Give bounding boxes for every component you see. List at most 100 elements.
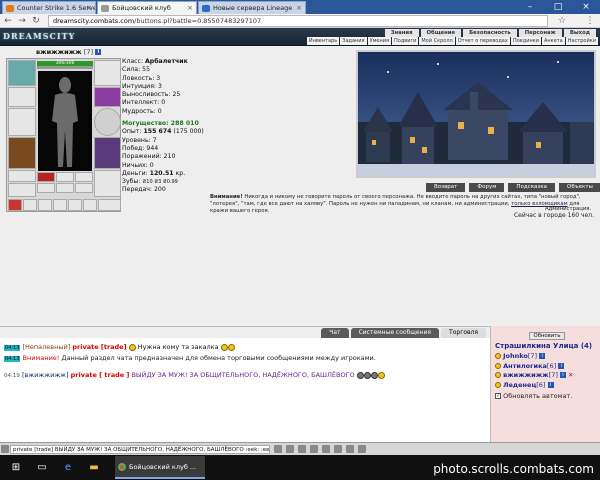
maximize-icon[interactable]: □ (544, 0, 572, 14)
submenu-scroll[interactable]: Мой Скролл (419, 37, 455, 45)
return-button[interactable]: Возврат (426, 183, 466, 192)
ring-slot[interactable] (37, 183, 55, 193)
windows-start-icon[interactable]: ⊞ (4, 455, 28, 480)
close-icon[interactable]: × (296, 4, 302, 12)
chat-nick[interactable]: [Непалевный] (23, 343, 71, 351)
gloves-slot[interactable] (94, 87, 121, 107)
logo: DREAMSCITY (3, 31, 76, 41)
forum-button[interactable]: Форум (469, 183, 505, 192)
menu-security[interactable]: Безопасность (463, 29, 517, 37)
user-item[interactable]: вжижжижж[7] i ✕ (495, 371, 573, 381)
browser-tab[interactable]: Новые сервера Lineage × (198, 1, 306, 14)
menu-chat[interactable]: Общение (420, 29, 462, 37)
minimize-icon[interactable]: – (516, 0, 544, 14)
star-icon[interactable]: ☆ (556, 15, 568, 27)
sound-icon[interactable] (334, 445, 342, 453)
close-icon[interactable]: × (86, 4, 92, 12)
chat-input[interactable]: private [trade] ВЫЙДУ ЗА МУЖ! ЗА ОБЩИТЕЛ… (10, 445, 270, 454)
scroll-slot[interactable] (83, 199, 97, 211)
smiles-icon[interactable] (298, 445, 306, 453)
stat-level: Уровень: 7 (122, 136, 157, 144)
scroll-slot[interactable] (98, 199, 121, 211)
objects-button[interactable]: Объекты (559, 183, 600, 192)
folder-icon[interactable]: ▬ (82, 455, 106, 480)
back-icon[interactable]: ← (2, 15, 14, 27)
helmet-slot[interactable] (8, 60, 36, 86)
task-view-icon[interactable]: ▭ (30, 455, 54, 480)
hint-button[interactable]: Подсказка (508, 183, 556, 192)
submenu-quests[interactable]: Задания (340, 37, 367, 45)
submenu-inventory[interactable]: Инвентарь (306, 37, 340, 45)
user-item[interactable]: Леденец[6] i (495, 381, 573, 391)
info-icon[interactable]: i (547, 381, 554, 388)
menu-icon[interactable]: ⋮ (584, 15, 596, 27)
submenu-feats[interactable]: Подвиги (392, 37, 419, 45)
submenu-transfers[interactable]: Отчет о переводах (455, 37, 510, 45)
settings-icon[interactable] (346, 445, 354, 453)
smiley-icon (227, 343, 235, 351)
armor-slot[interactable] (8, 137, 36, 169)
url-field[interactable]: dreamscity.combats.com/buttons.pl?battle… (48, 15, 548, 27)
submenu-skills[interactable]: Умения (367, 37, 391, 45)
action-buttons: Возврат Форум Подсказка Объекты Δ (426, 183, 600, 192)
close-window-icon[interactable]: × (572, 0, 600, 14)
chat-input-bar: private [trade] ВЫЙДУ ЗА МУЖ! ЗА ОБЩИТЕЛ… (0, 442, 600, 455)
filter-icon[interactable] (322, 445, 330, 453)
experience: Опыт: 155 674 (175 000) (122, 128, 204, 136)
scroll-slot[interactable] (23, 199, 37, 211)
info-icon[interactable]: i (558, 362, 565, 369)
amulet-slot[interactable] (56, 172, 74, 182)
location-image[interactable] (356, 50, 596, 178)
scroll-slot[interactable] (38, 199, 52, 211)
main-menu: Знания Общение Безопасность Персонаж Вых… (384, 29, 596, 37)
chat-nick[interactable]: [вжижжижж] (22, 371, 69, 379)
cross-icon[interactable]: ✕ (568, 371, 573, 379)
forward-icon[interactable]: → (16, 15, 28, 27)
menu-exit[interactable]: Выход (563, 29, 596, 37)
tab-trade[interactable]: Торговля (441, 328, 486, 338)
reload-icon[interactable]: ↻ (30, 15, 42, 27)
submenu-profile[interactable]: Анкета (541, 37, 565, 45)
eye-slot[interactable] (37, 172, 55, 182)
ring-slot[interactable] (56, 183, 74, 193)
submenu-battles[interactable]: Поединки (510, 37, 541, 45)
scroll-slot[interactable] (53, 199, 67, 211)
hand-icon[interactable] (358, 445, 366, 453)
tab-chat[interactable]: Чат (321, 328, 349, 338)
auto-refresh-option[interactable]: ✓ Обновлять автомат. (495, 392, 573, 402)
pants-slot[interactable] (8, 183, 36, 197)
menu-character[interactable]: Персонаж (518, 29, 562, 37)
mana-bar (37, 66, 93, 69)
refresh-button[interactable]: Обновить (529, 332, 565, 340)
weapon-slot[interactable] (8, 108, 36, 136)
send-icon[interactable] (274, 445, 282, 453)
info-icon[interactable]: i (95, 49, 102, 55)
menu-knowledge[interactable]: Знания (384, 29, 419, 37)
shield-slot[interactable] (94, 108, 121, 136)
user-item[interactable]: Johnko[7] i (495, 352, 573, 362)
extra-slot[interactable] (94, 170, 121, 197)
auto-refresh-checkbox[interactable]: ✓ (495, 393, 501, 399)
bracers-slot[interactable] (8, 87, 36, 107)
browser-tab[interactable]: Counter Strike 1.6 Server × (2, 1, 96, 14)
belt-slot[interactable] (8, 170, 36, 182)
submenu-settings[interactable]: Настройки (565, 37, 598, 45)
ring-slot[interactable] (75, 172, 93, 182)
taskbar-app-chrome[interactable]: Бойцовский клуб ... (115, 456, 205, 479)
boots-slot[interactable] (94, 137, 121, 169)
character-stats: Класс: Арбалетчик Сила: 55 Ловкость: 3 И… (122, 58, 242, 195)
ring-slot[interactable] (75, 183, 93, 193)
info-icon[interactable]: i (559, 372, 566, 378)
translit-icon[interactable] (310, 445, 318, 453)
earrings-slot[interactable] (94, 60, 121, 86)
edge-icon[interactable]: e (56, 455, 80, 480)
tab-system[interactable]: Системные сообщения (350, 328, 440, 338)
clear-icon[interactable] (286, 445, 294, 453)
browser-tab-active[interactable]: Бойцовский клуб × (97, 1, 197, 14)
info-icon[interactable]: i (539, 353, 546, 359)
chat-mode-icon[interactable] (1, 445, 9, 453)
user-item[interactable]: Антилогика[6] i (495, 362, 573, 372)
potion-slot[interactable] (8, 199, 22, 211)
close-icon[interactable]: × (187, 4, 193, 12)
scroll-slot[interactable] (68, 199, 82, 211)
